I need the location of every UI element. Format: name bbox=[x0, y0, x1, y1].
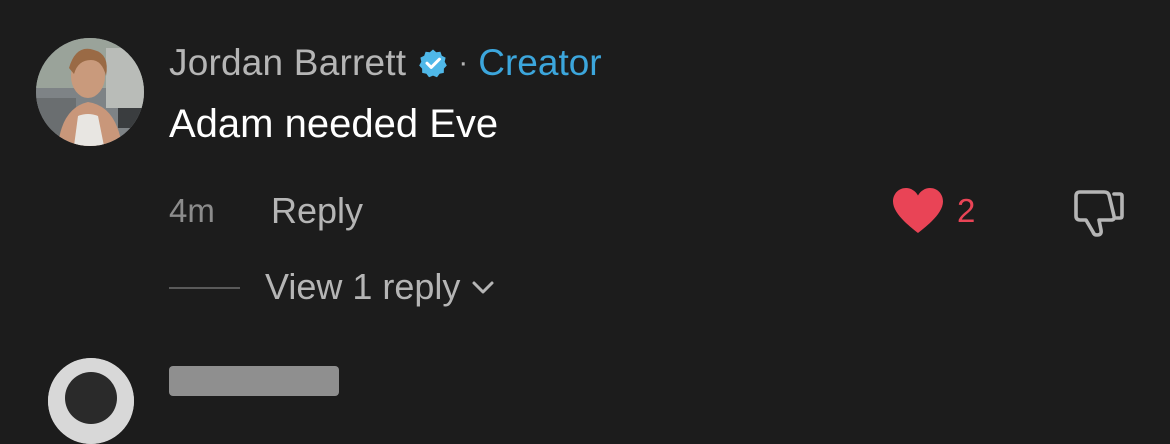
replies-divider bbox=[169, 287, 240, 289]
next-avatar-photo bbox=[48, 358, 134, 444]
author-name[interactable]: Jordan Barrett bbox=[169, 42, 406, 84]
next-comment-avatar[interactable] bbox=[48, 358, 134, 444]
separator-dot: · bbox=[458, 46, 469, 79]
comment-timestamp: 4m bbox=[169, 192, 215, 229]
next-author-name-cutoff bbox=[169, 366, 339, 396]
view-replies-label: View 1 reply bbox=[265, 266, 461, 307]
avatar-photo bbox=[36, 38, 144, 146]
creator-badge: Creator bbox=[478, 42, 602, 83]
reply-button[interactable]: Reply bbox=[271, 190, 363, 232]
dislike-button[interactable] bbox=[1070, 186, 1126, 240]
view-replies-button[interactable]: View 1 reply bbox=[265, 266, 496, 308]
comment-item: Jordan Barrett · Creator Adam needed Eve… bbox=[0, 0, 1170, 340]
comment-text: Adam needed Eve bbox=[169, 102, 499, 146]
chevron-down-icon bbox=[472, 281, 494, 294]
like-button[interactable] bbox=[890, 186, 946, 236]
verified-check-icon bbox=[418, 48, 448, 78]
like-count: 2 bbox=[957, 192, 976, 229]
heart-icon bbox=[893, 188, 943, 233]
thumbs-down-icon bbox=[1074, 190, 1124, 237]
avatar[interactable] bbox=[36, 38, 144, 146]
comment-header: Jordan Barrett · Creator bbox=[169, 40, 602, 86]
next-comment-author bbox=[169, 360, 339, 400]
